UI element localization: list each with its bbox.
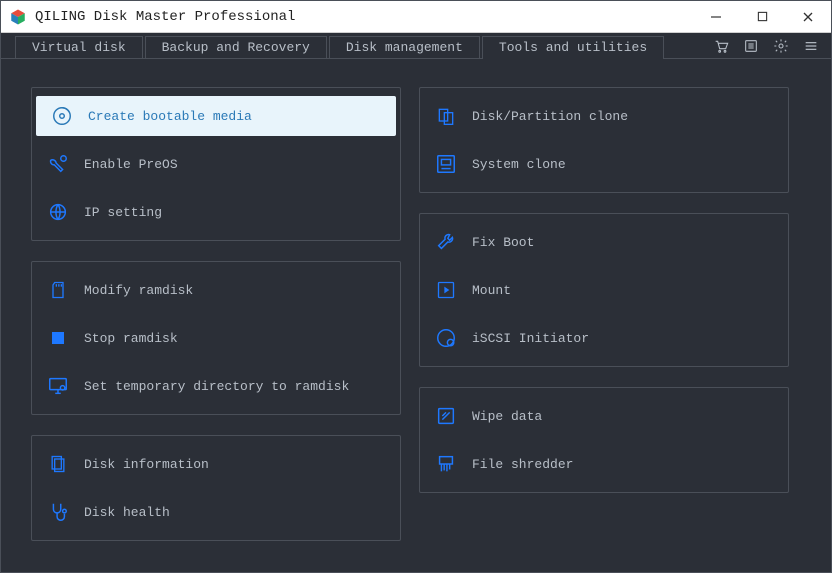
item-label: Disk/Partition clone — [472, 109, 628, 124]
item-modify-ramdisk[interactable]: Modify ramdisk — [32, 266, 400, 314]
monitor-gear-icon — [46, 374, 70, 398]
group-mount: Fix Boot Mount iSCSI Initiator — [419, 213, 789, 367]
stethoscope-icon — [46, 500, 70, 524]
item-file-shredder[interactable]: File shredder — [420, 440, 788, 488]
tab-virtual-disk[interactable]: Virtual disk — [15, 36, 143, 58]
cart-icon[interactable] — [713, 38, 729, 54]
tab-label: Backup and Recovery — [162, 40, 310, 55]
group-clone: Disk/Partition clone System clone — [419, 87, 789, 193]
group-disk-info: Disk information Disk health — [31, 435, 401, 541]
sdcard-icon — [46, 278, 70, 302]
group-ramdisk: Modify ramdisk Stop ramdisk Set temporar… — [31, 261, 401, 415]
wrench-icon — [434, 230, 458, 254]
item-wipe-data[interactable]: Wipe data — [420, 392, 788, 440]
toolbar-right — [713, 33, 819, 58]
item-label: File shredder — [472, 457, 573, 472]
tab-backup-recovery[interactable]: Backup and Recovery — [145, 36, 327, 58]
titlebar: QILING Disk Master Professional — [1, 1, 831, 33]
close-button[interactable] — [785, 1, 831, 32]
tab-bar: Virtual disk Backup and Recovery Disk ma… — [1, 33, 831, 59]
item-fix-boot[interactable]: Fix Boot — [420, 218, 788, 266]
play-icon — [434, 278, 458, 302]
tab-label: Virtual disk — [32, 40, 126, 55]
item-label: Mount — [472, 283, 511, 298]
item-label: System clone — [472, 157, 566, 172]
maximize-button[interactable] — [739, 1, 785, 32]
item-ip-setting[interactable]: IP setting — [32, 188, 400, 236]
disc-icon — [50, 104, 74, 128]
stop-icon — [46, 326, 70, 350]
system-clone-icon — [434, 152, 458, 176]
app-title: QILING Disk Master Professional — [35, 9, 693, 25]
settings-icon[interactable] — [773, 38, 789, 54]
item-label: iSCSI Initiator — [472, 331, 589, 346]
item-disk-information[interactable]: Disk information — [32, 440, 400, 488]
tab-label: Tools and utilities — [499, 40, 647, 55]
clone-icon — [434, 104, 458, 128]
item-label: Fix Boot — [472, 235, 534, 250]
documents-icon — [46, 452, 70, 476]
item-create-bootable-media[interactable]: Create bootable media — [36, 96, 396, 136]
right-column: Disk/Partition clone System clone Fix Bo… — [419, 87, 789, 541]
item-label: Disk health — [84, 505, 170, 520]
item-iscsi-initiator[interactable]: iSCSI Initiator — [420, 314, 788, 362]
group-wipe: Wipe data File shredder — [419, 387, 789, 493]
menu-icon[interactable] — [803, 38, 819, 54]
item-label: Create bootable media — [88, 109, 252, 124]
wrench-gear-icon — [46, 152, 70, 176]
item-label: Stop ramdisk — [84, 331, 178, 346]
target-icon — [434, 326, 458, 350]
tab-disk-management[interactable]: Disk management — [329, 36, 480, 58]
item-mount[interactable]: Mount — [420, 266, 788, 314]
item-label: Wipe data — [472, 409, 542, 424]
item-label: Modify ramdisk — [84, 283, 193, 298]
minimize-button[interactable] — [693, 1, 739, 32]
item-label: Set temporary directory to ramdisk — [84, 379, 349, 394]
item-system-clone[interactable]: System clone — [420, 140, 788, 188]
item-disk-partition-clone[interactable]: Disk/Partition clone — [420, 92, 788, 140]
item-label: Disk information — [84, 457, 209, 472]
item-label: Enable PreOS — [84, 157, 178, 172]
globe-icon — [46, 200, 70, 224]
left-column: Create bootable media Enable PreOS IP se… — [31, 87, 401, 541]
app-logo-icon — [9, 8, 27, 26]
list-icon[interactable] — [743, 38, 759, 54]
content-area: Create bootable media Enable PreOS IP se… — [1, 59, 831, 561]
item-set-temp-directory[interactable]: Set temporary directory to ramdisk — [32, 362, 400, 410]
shredder-icon — [434, 452, 458, 476]
group-boot-tools: Create bootable media Enable PreOS IP se… — [31, 87, 401, 241]
eraser-icon — [434, 404, 458, 428]
tab-tools-utilities[interactable]: Tools and utilities — [482, 36, 664, 58]
item-enable-preos[interactable]: Enable PreOS — [32, 140, 400, 188]
item-stop-ramdisk[interactable]: Stop ramdisk — [32, 314, 400, 362]
tab-label: Disk management — [346, 40, 463, 55]
item-disk-health[interactable]: Disk health — [32, 488, 400, 536]
item-label: IP setting — [84, 205, 162, 220]
